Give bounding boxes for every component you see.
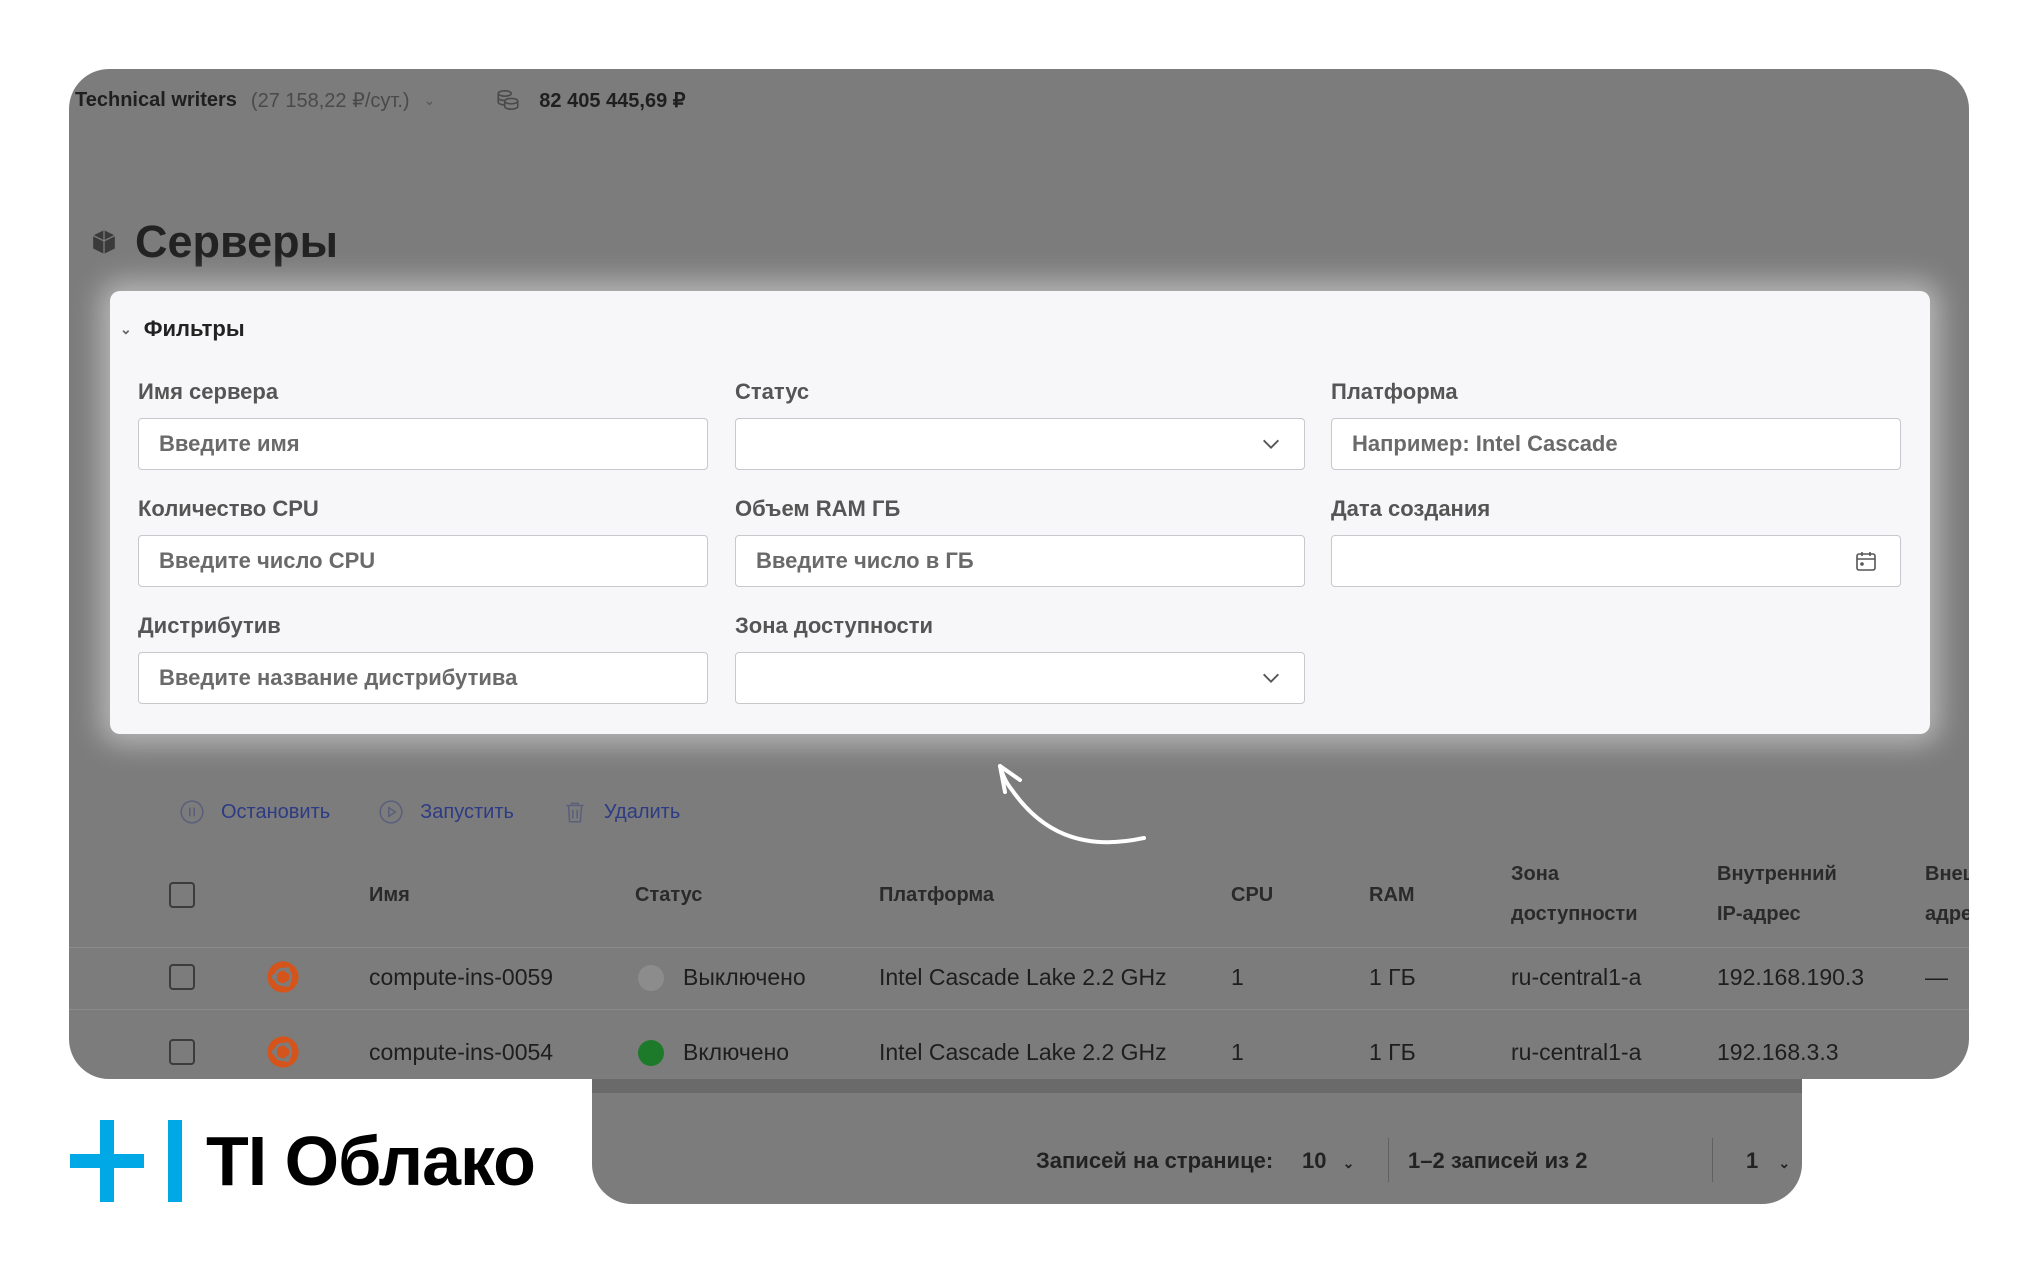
col-external-ip[interactable]: Внеш адре <box>1925 854 1969 934</box>
row-checkbox[interactable] <box>169 964 195 990</box>
col-cpu[interactable]: CPU <box>1231 875 1273 915</box>
server-zone: ru-central1-a <box>1511 1039 1642 1065</box>
records-range: 1–2 записей из 2 <box>1408 1148 1588 1173</box>
start-label: Запустить <box>420 800 514 823</box>
col-name[interactable]: Имя <box>369 875 410 915</box>
server-name[interactable]: compute-ins-0059 <box>369 964 553 991</box>
server-ram: 1 ГБ <box>1369 964 1416 990</box>
platform-label: Платформа <box>1331 379 1458 404</box>
zone-label: Зона доступности <box>735 613 934 638</box>
brand-logo: TI Облако <box>70 1120 536 1202</box>
header-divider <box>69 947 1969 948</box>
bulk-actions: Остановить Запустить Удалить <box>179 799 728 825</box>
server-name[interactable]: compute-ins-0054 <box>369 1039 553 1066</box>
per-page-value: 10 <box>1302 1148 1327 1173</box>
col-internal-ip-line1: Внутренний <box>1717 863 1837 885</box>
server-internal-ip: 192.168.190.3 <box>1717 964 1865 990</box>
select-all-checkbox[interactable] <box>169 882 195 908</box>
server-internal-ip: 192.168.3.3 <box>1717 1039 1839 1065</box>
col-platform[interactable]: Платформа <box>879 875 994 915</box>
pause-icon <box>180 800 204 824</box>
col-external-ip-line1: Внеш <box>1925 863 1969 885</box>
col-zone-line1: Зона <box>1511 863 1559 885</box>
cpu-input[interactable]: Введите число CPU <box>138 535 708 587</box>
chevron-down-icon: ⌄ <box>1342 1155 1355 1171</box>
divider <box>1712 1138 1713 1182</box>
server-ram: 1 ГБ <box>1369 1039 1416 1065</box>
brand-name: TI Облако <box>206 1122 536 1200</box>
server-status: Включено <box>683 1039 790 1065</box>
server-external-ip: — <box>1925 964 1948 990</box>
server-name-label: Имя сервера <box>138 379 279 404</box>
project-name[interactable]: Technical writers <box>75 89 237 112</box>
col-external-ip-line2: адре <box>1925 903 1969 925</box>
start-button[interactable]: Запустить <box>378 799 514 825</box>
divider <box>1388 1138 1389 1182</box>
platform-input[interactable]: Например: Intel Cascade <box>1331 418 1901 470</box>
page-title: Серверы <box>91 216 338 268</box>
server-platform: Intel Cascade Lake 2.2 GHz <box>879 964 1167 990</box>
play-icon <box>379 800 403 824</box>
created-date-picker[interactable] <box>1331 535 1901 587</box>
project-rate: (27 158,22 ₽/сут.) <box>250 89 410 112</box>
page-title-text: Серверы <box>135 216 339 267</box>
ram-label: Объем RAM ГБ <box>735 496 901 521</box>
filters-panel: ⌄ Фильтры Имя сервера Введите имя Статус… <box>110 291 1930 734</box>
chevron-down-icon: ⌄ <box>120 320 132 337</box>
col-zone[interactable]: Зона доступности <box>1511 854 1638 934</box>
delete-label: Удалить <box>603 800 681 823</box>
page-select[interactable]: 1 ⌄ <box>1746 1148 1790 1174</box>
row-checkbox[interactable] <box>169 1039 195 1065</box>
created-date-label: Дата создания <box>1331 496 1491 521</box>
scrollbar-track[interactable] <box>592 1079 1802 1093</box>
distro-input[interactable]: Введите название дистрибутива <box>138 652 708 704</box>
plus-bar-logo-icon <box>70 1120 182 1202</box>
ram-input[interactable]: Введите число в ГБ <box>735 535 1305 587</box>
ubuntu-icon <box>267 1036 299 1068</box>
chevron-down-icon[interactable]: ⌄ <box>424 92 436 109</box>
chevron-down-icon <box>1263 439 1279 449</box>
col-internal-ip[interactable]: Внутренний IP-адрес <box>1717 854 1837 934</box>
status-dot <box>638 965 664 991</box>
account-balance: 82 405 445,69 ₽ <box>539 89 686 112</box>
distro-label: Дистрибутив <box>138 613 281 638</box>
stop-button[interactable]: Остановить <box>179 799 330 825</box>
per-page-label: Записей на странице: <box>1036 1148 1274 1173</box>
server-cpu: 1 <box>1231 964 1244 990</box>
stop-label: Остановить <box>221 800 331 823</box>
trash-icon <box>566 802 584 823</box>
per-page-select[interactable]: 10 ⌄ <box>1302 1148 1354 1174</box>
top-bar: Technical writers (27 158,22 ₽/сут.) ⌄ 8… <box>75 87 685 113</box>
chevron-down-icon: ⌄ <box>1778 1155 1791 1171</box>
chevron-down-icon <box>1263 673 1279 683</box>
server-status: Выключено <box>683 964 806 990</box>
server-name-input[interactable]: Введите имя <box>138 418 708 470</box>
coins-icon <box>497 89 519 111</box>
server-platform: Intel Cascade Lake 2.2 GHz <box>879 1039 1167 1065</box>
cpu-label: Количество CPU <box>138 496 319 521</box>
delete-button[interactable]: Удалить <box>562 799 680 825</box>
calendar-icon[interactable] <box>1854 549 1878 573</box>
col-ram[interactable]: RAM <box>1369 875 1415 915</box>
zone-select[interactable] <box>735 652 1305 704</box>
status-select[interactable] <box>735 418 1305 470</box>
ubuntu-icon <box>267 961 299 993</box>
row-divider <box>69 1009 1969 1010</box>
cube-icon <box>92 230 116 254</box>
filters-toggle[interactable]: ⌄ Фильтры <box>120 316 245 342</box>
page-value: 1 <box>1746 1148 1759 1173</box>
server-zone: ru-central1-a <box>1511 964 1642 990</box>
col-status[interactable]: Статус <box>635 875 702 915</box>
server-cpu: 1 <box>1231 1039 1244 1065</box>
status-dot <box>638 1040 664 1066</box>
curved-arrow-icon <box>998 764 1146 845</box>
col-internal-ip-line2: IP-адрес <box>1717 903 1801 925</box>
filters-title: Фильтры <box>143 316 245 341</box>
status-label: Статус <box>735 379 810 404</box>
col-zone-line2: доступности <box>1511 903 1638 925</box>
